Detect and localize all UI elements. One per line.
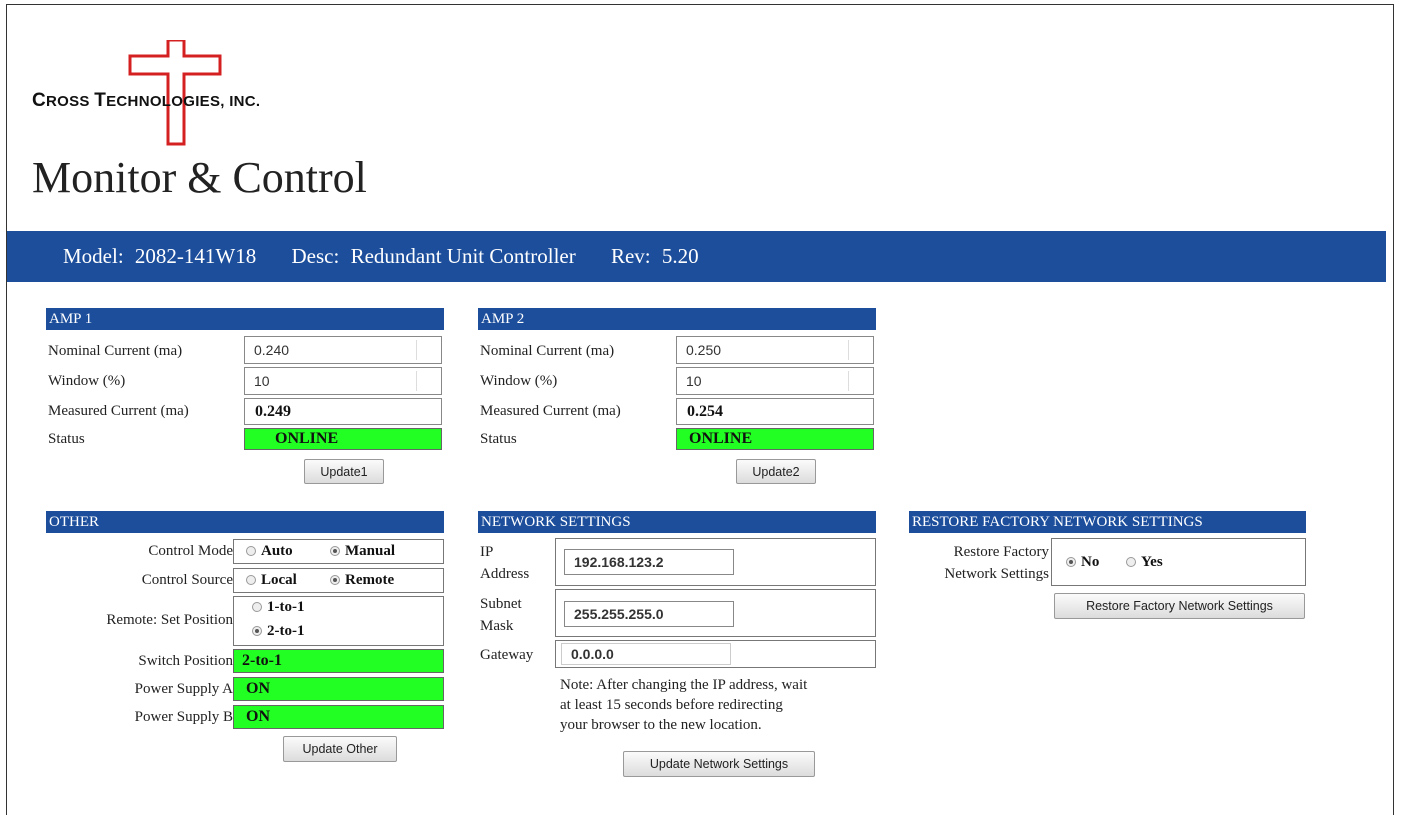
company-name: CROSS TECHNOLOGIES, INC. [32,90,261,111]
device-info-bar: Model: 2082-141W18 Desc: Redundant Unit … [7,231,1386,282]
amp1-measured-value: 0.249 [244,398,442,425]
amp2-nominal-input[interactable]: 0.250 [676,336,874,364]
amp1-status-label: Status [48,431,85,447]
set-position-group: 1-to-1 2-to-1 [233,596,444,646]
network-note: Note: After changing the IP address, wai… [560,677,808,733]
control-source-group: Local Remote [233,568,444,593]
ip-address-input[interactable]: 192.168.123.2 [564,549,734,575]
power-supply-a-label: Power Supply A [134,681,233,697]
amp2-panel: AMP 2 Nominal Current (ma) 0.250 Window … [478,308,876,488]
control-source-local-option[interactable]: Local [246,572,297,589]
rev-label: Rev: [610,244,651,268]
restore-factory-group: No Yes [1051,538,1306,586]
amp2-status-badge: ONLINE [676,428,874,450]
desc-label: Desc: [291,244,340,268]
subnet-mask-label: Subnet Mask [480,596,522,634]
radio-remote-icon[interactable] [330,574,340,585]
control-mode-manual-option[interactable]: Manual [330,543,395,560]
restore-yes-option[interactable]: Yes [1126,554,1163,571]
amp2-measured-label: Measured Current (ma) [480,403,621,419]
desc-value: Redundant Unit Controller [350,244,576,268]
radio-no-icon[interactable] [1066,556,1076,567]
amp2-header: AMP 2 [478,308,876,330]
radio-auto-icon[interactable] [246,545,256,556]
power-supply-b-value: ON [233,705,444,729]
restore-factory-label: Restore Factory Network Settings [944,544,1049,582]
subnet-mask-group: 255.255.255.0 [555,589,876,637]
model-label: Model: [63,244,124,268]
other-panel: OTHER Control Mode Auto Manual Control S… [46,511,444,766]
amp2-window-label: Window (%) [480,373,558,389]
update-network-settings-button[interactable]: Update Network Settings [623,751,815,777]
amp1-window-input[interactable]: 10 [244,367,442,395]
gateway-input[interactable]: 0.0.0.0 [561,643,731,665]
radio-yes-icon[interactable] [1126,556,1136,567]
network-settings-panel: NETWORK SETTINGS IP Address 192.168.123.2… [478,511,876,781]
control-mode-group: Auto Manual [233,539,444,564]
amp2-measured-value: 0.254 [676,398,874,425]
ip-address-group: 192.168.123.2 [555,538,876,586]
power-supply-a-value: ON [233,677,444,701]
control-mode-auto-option[interactable]: Auto [246,543,293,560]
page-title: Monitor & Control [32,153,367,202]
amp2-nominal-label: Nominal Current (ma) [480,343,615,359]
control-source-label: Control Source [141,572,233,588]
set-position-1to1-option[interactable]: 1-to-1 [252,599,305,616]
amp2-status-label: Status [480,431,517,447]
ip-address-label: IP Address [480,544,530,582]
restore-factory-panel: RESTORE FACTORY NETWORK SETTINGS Restore… [909,511,1306,621]
radio-2to1-icon[interactable] [252,625,262,636]
power-supply-b-label: Power Supply B [134,709,233,725]
set-position-2to1-option[interactable]: 2-to-1 [252,623,305,640]
subnet-mask-input[interactable]: 255.255.255.0 [564,601,734,627]
control-mode-label: Control Mode [148,543,233,559]
radio-manual-icon[interactable] [330,545,340,556]
amp1-window-label: Window (%) [48,373,126,389]
amp1-panel: AMP 1 Nominal Current (ma) 0.240 Window … [46,308,444,488]
model-value: 2082-141W18 [134,244,257,268]
switch-position-value: 2-to-1 [233,649,444,673]
gateway-group: 0.0.0.0 [555,640,876,668]
update1-button[interactable]: Update1 [304,459,384,484]
restore-header: RESTORE FACTORY NETWORK SETTINGS [909,511,1306,533]
amp1-nominal-label: Nominal Current (ma) [48,343,183,359]
network-header: NETWORK SETTINGS [478,511,876,533]
other-header: OTHER [46,511,444,533]
amp1-measured-label: Measured Current (ma) [48,403,189,419]
rev-value: 5.20 [661,244,699,268]
radio-local-icon[interactable] [246,574,256,585]
restore-no-option[interactable]: No [1066,554,1099,571]
control-source-remote-option[interactable]: Remote [330,572,394,589]
radio-1to1-icon[interactable] [252,601,262,612]
set-position-label: Remote: Set Position [106,612,233,628]
amp1-header: AMP 1 [46,308,444,330]
switch-position-label: Switch Position [138,653,233,669]
update2-button[interactable]: Update2 [736,459,816,484]
restore-factory-network-settings-button[interactable]: Restore Factory Network Settings [1054,593,1305,619]
update-other-button[interactable]: Update Other [283,736,397,762]
amp2-window-input[interactable]: 10 [676,367,874,395]
amp1-status-badge: ONLINE [244,428,442,450]
amp1-nominal-input[interactable]: 0.240 [244,336,442,364]
gateway-label: Gateway [480,647,534,663]
